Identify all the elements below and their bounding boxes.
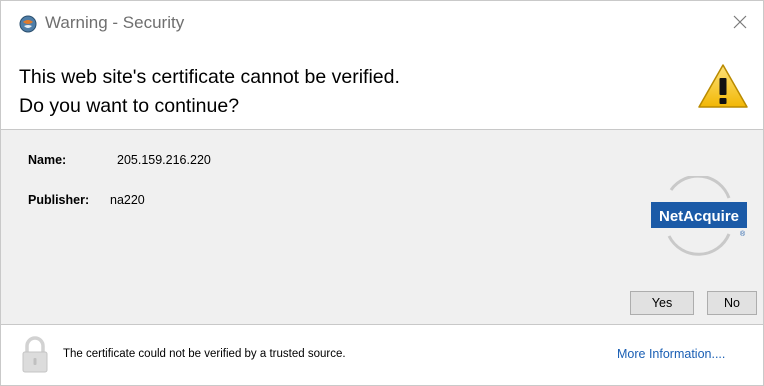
warning-triangle-icon <box>697 63 749 109</box>
headline-line-2: Do you want to continue? <box>19 95 240 117</box>
footer-message: The certificate could not be verified by… <box>63 348 346 360</box>
java-coffee-cup-icon <box>19 15 37 33</box>
dialog-header: This web site's certificate cannot be ve… <box>1 41 763 129</box>
name-value: 205.159.216.220 <box>117 153 211 167</box>
logo-registered-mark: ® <box>740 230 746 238</box>
close-icon <box>732 14 748 35</box>
publisher-value: na220 <box>110 193 145 207</box>
name-label: Name: <box>28 153 67 167</box>
publisher-logo: NetAcquire ® <box>631 174 749 258</box>
headline: This web site's certificate cannot be ve… <box>19 63 400 121</box>
details-panel: Name: 205.159.216.220 Publisher: na220 N… <box>1 130 763 324</box>
headline-line-1: This web site's certificate cannot be ve… <box>19 66 400 88</box>
more-information-link[interactable]: More Information.... <box>617 347 725 361</box>
publisher-label: Publisher: <box>28 193 90 207</box>
logo-text: NetAcquire <box>659 208 739 225</box>
yes-button[interactable]: Yes <box>630 291 694 315</box>
close-button[interactable] <box>725 11 755 37</box>
security-warning-dialog: Warning - Security This web site's certi… <box>0 0 764 386</box>
no-button[interactable]: No <box>707 291 757 315</box>
dialog-footer: The certificate could not be verified by… <box>1 325 763 385</box>
title-bar: Warning - Security <box>1 1 763 41</box>
window-title: Warning - Security <box>45 13 185 32</box>
lock-icon <box>21 335 49 375</box>
